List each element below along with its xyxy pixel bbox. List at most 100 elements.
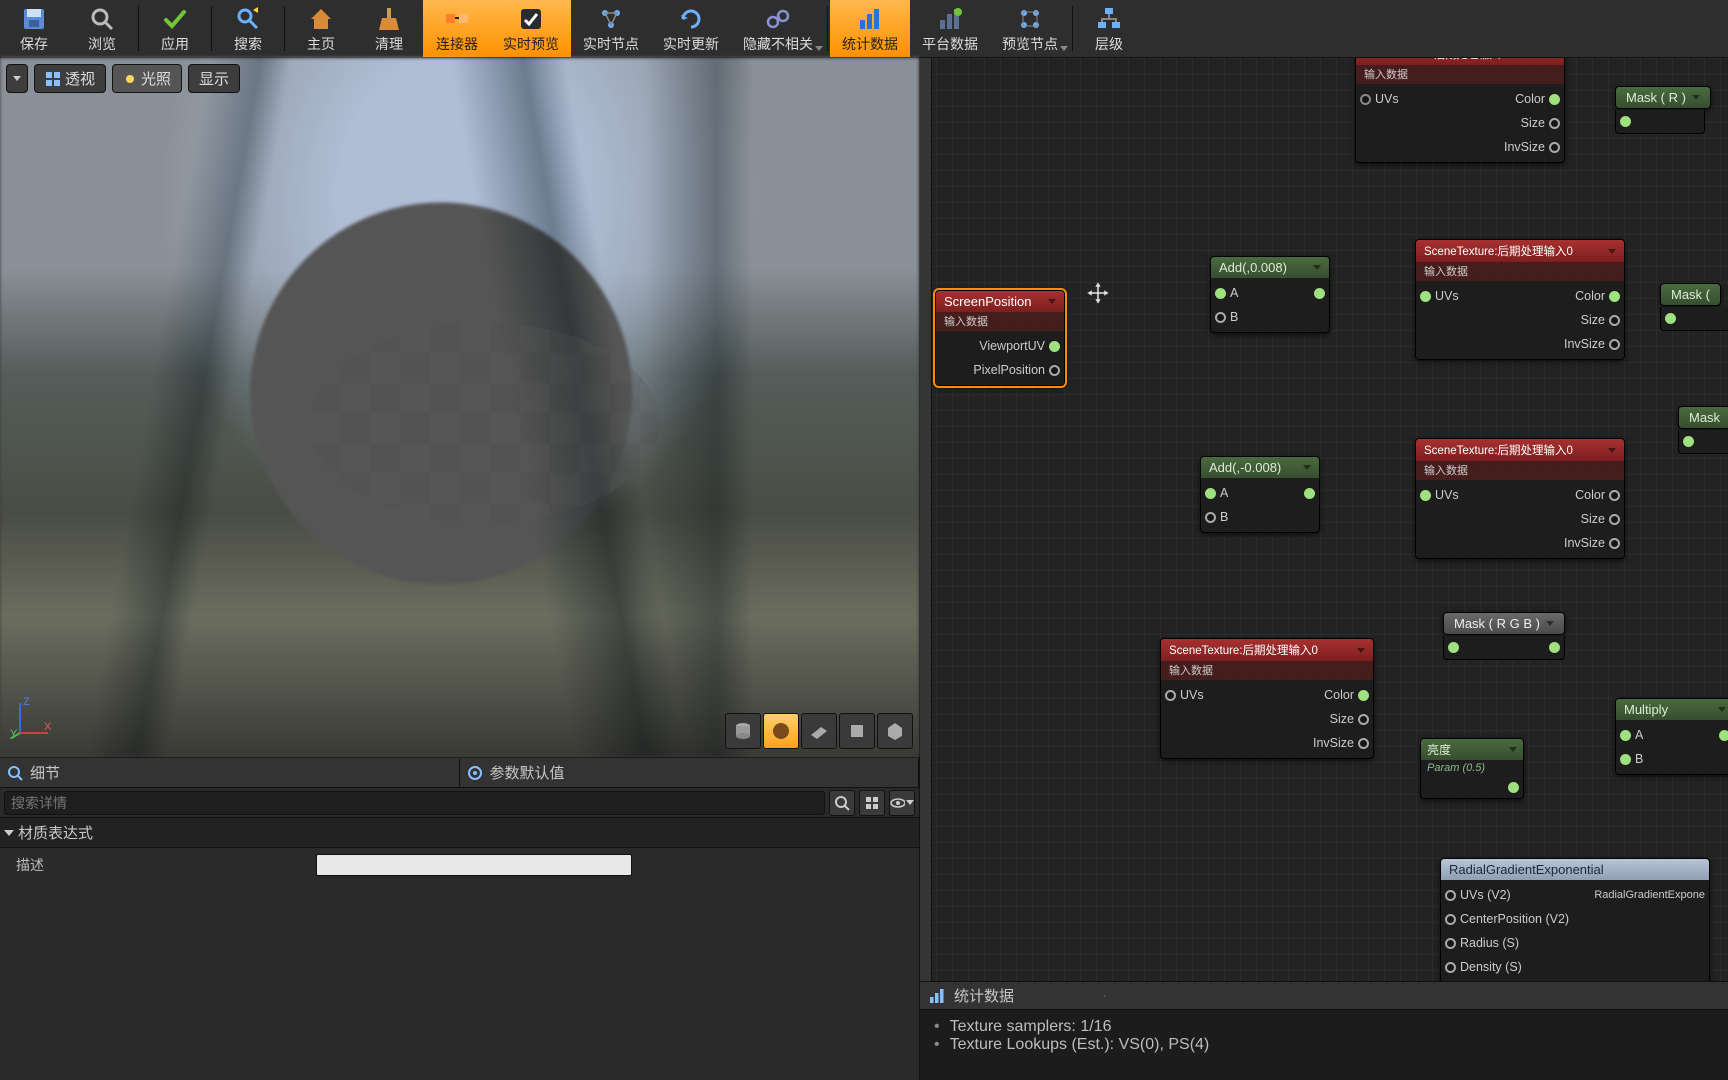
node-body: [1678, 430, 1728, 454]
toolbar-browse[interactable]: 浏览: [68, 0, 136, 57]
output-pin[interactable]: [1609, 538, 1620, 549]
shape-plane-button[interactable]: [801, 713, 837, 749]
node-header[interactable]: SceneTexture:后期处理输入0: [1356, 58, 1564, 65]
node-header[interactable]: Add(,-0.008): [1201, 457, 1319, 478]
node-header[interactable]: 亮度: [1421, 739, 1523, 760]
input-pin[interactable]: [1665, 313, 1676, 324]
input-pin[interactable]: [1420, 490, 1431, 501]
input-pin[interactable]: [1165, 690, 1176, 701]
node-header[interactable]: Add(,0.008): [1211, 257, 1329, 278]
output-pin[interactable]: [1358, 738, 1369, 749]
output-pin[interactable]: [1609, 291, 1620, 302]
input-pin[interactable]: [1445, 962, 1456, 973]
description-input[interactable]: [316, 854, 632, 876]
node-brightness-param[interactable]: 亮度 Param (0.5): [1420, 738, 1524, 799]
node-header[interactable]: SceneTexture:后期处理输入0: [1416, 439, 1624, 461]
output-pin[interactable]: [1549, 94, 1560, 105]
view-grid-button[interactable]: [859, 790, 885, 816]
output-pin[interactable]: [1049, 341, 1060, 352]
input-pin[interactable]: [1215, 312, 1226, 323]
output-pin[interactable]: [1549, 118, 1560, 129]
toolbar-hierarchy[interactable]: 层级: [1075, 0, 1143, 57]
input-pin[interactable]: [1683, 436, 1694, 447]
input-pin[interactable]: [1620, 754, 1631, 765]
input-pin[interactable]: [1360, 94, 1371, 105]
node-scenetexture-low[interactable]: SceneTexture:后期处理输入0 输入数据 UVsColor Size …: [1415, 438, 1625, 559]
toolbar-live-preview[interactable]: 实时预览: [491, 0, 571, 57]
node-mask-mid2[interactable]: Mask: [1678, 406, 1728, 429]
node-add-pos[interactable]: Add(,0.008) A B: [1210, 256, 1330, 333]
input-pin[interactable]: [1205, 512, 1216, 523]
viewport[interactable]: 透视 光照 显示 Z X Y: [0, 58, 919, 758]
toolbar-stats[interactable]: 统计数据: [830, 0, 910, 57]
node-header[interactable]: Multiply: [1616, 699, 1728, 720]
node-mask-mid[interactable]: Mask (: [1660, 283, 1721, 306]
input-pin[interactable]: [1445, 914, 1456, 925]
input-pin[interactable]: [1445, 890, 1456, 901]
node-graph[interactable]: SceneTexture:后期处理输入0 输入数据 UVsColor Size …: [920, 58, 1728, 981]
shape-sphere-button[interactable]: [763, 713, 799, 749]
input-pin[interactable]: [1215, 288, 1226, 299]
input-pin[interactable]: [1448, 642, 1459, 653]
toolbar-search[interactable]: 搜索: [214, 0, 282, 57]
toolbar-clean[interactable]: 清理: [355, 0, 423, 57]
node-screenposition[interactable]: ScreenPosition 输入数据 ViewportUV PixelPosi…: [935, 290, 1065, 386]
viewport-perspective-button[interactable]: 透视: [34, 64, 106, 93]
node-scenetexture-mid[interactable]: SceneTexture:后期处理输入0 输入数据 UVsColor Size …: [1415, 239, 1625, 360]
node-header[interactable]: ScreenPosition: [936, 291, 1064, 312]
toolbar-save[interactable]: 保存: [0, 0, 68, 57]
node-scenetexture-bottom[interactable]: SceneTexture:后期处理输入0 输入数据 UVsColor Size …: [1160, 638, 1374, 759]
output-pin[interactable]: [1358, 690, 1369, 701]
output-pin[interactable]: [1719, 730, 1728, 741]
viewport-show-button[interactable]: 显示: [188, 64, 240, 93]
chevron-down-icon: [1303, 465, 1311, 470]
node-header[interactable]: SceneTexture:后期处理输入0: [1416, 240, 1624, 262]
output-pin[interactable]: [1508, 782, 1519, 793]
output-pin[interactable]: [1609, 339, 1620, 350]
shape-cylinder-button[interactable]: [725, 713, 761, 749]
output-pin[interactable]: [1549, 642, 1560, 653]
input-pin[interactable]: [1205, 488, 1216, 499]
toolbar-preview-node[interactable]: 预览节点: [990, 0, 1070, 57]
node-scenetexture-top[interactable]: SceneTexture:后期处理输入0 输入数据 UVsColor Size …: [1355, 58, 1565, 163]
shape-mesh-button[interactable]: [877, 713, 913, 749]
details-section-header[interactable]: 材质表达式: [0, 818, 919, 848]
toolbar-connector[interactable]: 连接器: [423, 0, 491, 57]
graph-tab-strip[interactable]: [920, 58, 932, 981]
toolbar-apply[interactable]: 应用: [141, 0, 209, 57]
viewport-menu-button[interactable]: [6, 64, 28, 93]
toolbar-live-update[interactable]: 实时更新: [651, 0, 731, 57]
input-pin[interactable]: [1620, 730, 1631, 741]
stats-header[interactable]: 统计数据 ·: [920, 981, 1728, 1010]
node-multiply[interactable]: Multiply A B: [1615, 698, 1728, 775]
output-pin[interactable]: [1609, 315, 1620, 326]
output-pin[interactable]: [1358, 714, 1369, 725]
input-pin[interactable]: [1445, 938, 1456, 949]
details-tab-defaults[interactable]: 参数默认值: [460, 758, 920, 787]
node-header[interactable]: SceneTexture:后期处理输入0: [1161, 639, 1373, 661]
toolbar-live-nodes[interactable]: 实时节点: [571, 0, 651, 57]
toolbar-home[interactable]: 主页: [287, 0, 355, 57]
output-pin[interactable]: [1549, 142, 1560, 153]
node-header[interactable]: RadialGradientExponential: [1441, 859, 1709, 880]
output-pin[interactable]: [1304, 488, 1315, 499]
node-radial-gradient[interactable]: RadialGradientExponential UVs (V2)Radial…: [1440, 858, 1710, 981]
search-button[interactable]: [829, 790, 855, 816]
toolbar-hide[interactable]: 隐藏不相关: [731, 0, 825, 57]
input-pin[interactable]: [1420, 291, 1431, 302]
node-add-neg[interactable]: Add(,-0.008) A B: [1200, 456, 1320, 533]
node-mask-r[interactable]: Mask ( R ): [1615, 86, 1711, 109]
viewport-lit-button[interactable]: 光照: [112, 64, 182, 93]
details-tab-details[interactable]: 细节: [0, 758, 460, 787]
input-pin[interactable]: [1620, 116, 1631, 127]
output-pin[interactable]: [1049, 365, 1060, 376]
viewport-axis-gizmo[interactable]: Z X Y: [10, 697, 52, 739]
view-eye-button[interactable]: [889, 790, 915, 816]
output-pin[interactable]: [1314, 288, 1325, 299]
output-pin[interactable]: [1609, 490, 1620, 501]
shape-cube-button[interactable]: [839, 713, 875, 749]
output-pin[interactable]: [1609, 514, 1620, 525]
details-search-input[interactable]: [4, 791, 825, 815]
toolbar-platform[interactable]: 平台数据: [910, 0, 990, 57]
node-mask-rgb[interactable]: Mask ( R G B ): [1443, 612, 1565, 635]
